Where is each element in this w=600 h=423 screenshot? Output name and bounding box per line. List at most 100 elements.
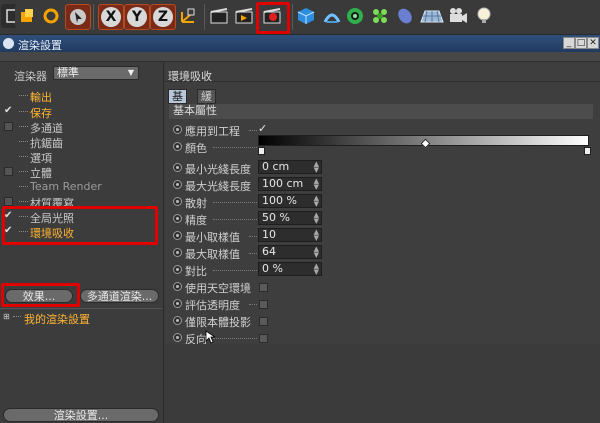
param-contrast[interactable]: 對比 0 % ▲ ▼ bbox=[173, 262, 593, 278]
sidebar-item-team-render[interactable]: Team Render bbox=[0, 179, 162, 194]
field-value: 64 bbox=[262, 245, 276, 258]
my-render-settings-item[interactable]: ⊞ 我的渲染設置 bbox=[0, 308, 162, 326]
close-button[interactable]: ✕ bbox=[587, 37, 599, 49]
param-min-ray-length[interactable]: 最小光綫長度 0 cm ▲ ▼ bbox=[173, 160, 593, 176]
camera-icon[interactable] bbox=[446, 4, 470, 28]
param-use-sky-environment[interactable]: 使用天空環境 bbox=[173, 279, 593, 295]
rotate-icon[interactable] bbox=[39, 4, 63, 28]
tab-cache[interactable]: 緩存 bbox=[197, 89, 216, 116]
x-axis-icon[interactable]: X bbox=[98, 4, 124, 30]
min-samples-input[interactable]: 10 ▲ ▼ bbox=[258, 228, 322, 242]
param-accuracy[interactable]: 精度 50 % ▲ ▼ bbox=[173, 211, 593, 227]
evaluate-transparency-checkbox[interactable] bbox=[259, 300, 268, 309]
empty-area bbox=[165, 344, 600, 423]
window-title-bar[interactable]: 渲染設置 _ □ ✕ bbox=[0, 35, 600, 52]
sidebar-item-multipass[interactable]: 多通道 bbox=[0, 119, 162, 135]
expand-icon[interactable]: ⊞ bbox=[3, 312, 10, 321]
render-view-icon[interactable] bbox=[207, 4, 231, 28]
param-label: 使用天空環境 bbox=[185, 282, 251, 295]
move-icon[interactable] bbox=[15, 4, 39, 28]
animate-radio-icon[interactable] bbox=[173, 214, 182, 223]
renderer-dropdown[interactable]: 標準 ▼ bbox=[53, 66, 139, 80]
param-self-shadowing-only[interactable]: 僅限本體投影 bbox=[173, 313, 593, 329]
field-value: 0 % bbox=[262, 262, 283, 275]
min-ray-length-input[interactable]: 0 cm ▲ ▼ bbox=[258, 160, 322, 174]
checkbox[interactable] bbox=[4, 197, 13, 206]
floor-icon[interactable] bbox=[418, 4, 446, 28]
light-icon[interactable] bbox=[472, 4, 496, 28]
spinner-icon[interactable]: ▲ ▼ bbox=[314, 178, 319, 191]
leader-dots bbox=[213, 270, 257, 271]
animate-radio-icon[interactable] bbox=[173, 265, 182, 274]
tab-basic[interactable]: 基本 bbox=[168, 89, 187, 116]
dispersion-input[interactable]: 100 % ▲ ▼ bbox=[258, 194, 322, 208]
param-min-samples[interactable]: 最小取樣值 10 ▲ ▼ bbox=[173, 228, 593, 244]
param-max-ray-length[interactable]: 最大光綫長度 100 cm ▲ ▼ bbox=[173, 177, 593, 193]
animate-radio-icon[interactable] bbox=[173, 231, 182, 240]
animate-radio-icon[interactable] bbox=[173, 163, 182, 172]
param-evaluate-transparency[interactable]: 評估透明度 bbox=[173, 296, 593, 312]
field-value: 100 cm bbox=[262, 177, 304, 190]
gradient-knob-right[interactable] bbox=[584, 147, 591, 155]
accuracy-input[interactable]: 50 % ▲ ▼ bbox=[258, 211, 322, 225]
animate-radio-icon[interactable] bbox=[173, 197, 182, 206]
bend-icon[interactable] bbox=[320, 4, 344, 28]
contrast-input[interactable]: 0 % ▲ ▼ bbox=[258, 262, 322, 276]
spinner-icon[interactable]: ▲ ▼ bbox=[314, 212, 319, 225]
select-arrow-icon[interactable] bbox=[65, 4, 91, 30]
checkbox[interactable] bbox=[4, 122, 13, 131]
animate-radio-icon[interactable] bbox=[173, 299, 182, 308]
drag-grip[interactable] bbox=[0, 52, 600, 62]
sidebar-item-stereoscopic[interactable]: 立體 bbox=[0, 164, 162, 180]
invert-checkbox[interactable] bbox=[259, 334, 268, 343]
check-icon[interactable]: ✔ bbox=[4, 105, 14, 117]
multipass-render-button[interactable]: 多通道渲染... bbox=[80, 289, 159, 303]
sidebar-item-save[interactable]: ✔ 保存 bbox=[0, 104, 162, 120]
spinner-icon[interactable]: ▲ ▼ bbox=[314, 263, 319, 276]
spinner-icon[interactable]: ▲ ▼ bbox=[314, 229, 319, 242]
animate-radio-icon[interactable] bbox=[173, 316, 182, 325]
animate-radio-icon[interactable] bbox=[173, 142, 182, 151]
render-settings-button[interactable]: 渲染設置... bbox=[3, 408, 159, 422]
environment-icon[interactable] bbox=[393, 4, 417, 28]
param-max-samples[interactable]: 最大取樣值 64 ▲ ▼ bbox=[173, 245, 593, 261]
sidebar-item-output[interactable]: 輸出 bbox=[0, 88, 162, 104]
param-label: 最大光綫長度 bbox=[185, 180, 251, 193]
tree-connector bbox=[19, 111, 28, 112]
animate-radio-icon[interactable] bbox=[173, 125, 182, 134]
sidebar-item-options[interactable]: 選項 bbox=[0, 149, 162, 165]
cloner-icon[interactable] bbox=[368, 4, 392, 28]
gradient-knob-left[interactable] bbox=[258, 147, 265, 155]
maximize-button[interactable]: □ bbox=[575, 37, 587, 49]
apply-checkbox[interactable]: ✓ bbox=[258, 122, 267, 135]
field-value: 50 % bbox=[262, 211, 290, 224]
cube-icon[interactable] bbox=[294, 4, 318, 28]
minimize-button[interactable]: _ bbox=[563, 37, 575, 49]
animate-radio-icon[interactable] bbox=[173, 333, 182, 342]
leader-dots bbox=[249, 236, 257, 237]
animate-radio-icon[interactable] bbox=[173, 248, 182, 257]
hypernurbs-icon[interactable] bbox=[343, 4, 367, 28]
max-ray-length-input[interactable]: 100 cm ▲ ▼ bbox=[258, 177, 322, 191]
effects-highlight bbox=[1, 283, 80, 307]
param-dispersion[interactable]: 散射 100 % ▲ ▼ bbox=[173, 194, 593, 210]
spinner-icon[interactable]: ▲ ▼ bbox=[314, 195, 319, 208]
animate-radio-icon[interactable] bbox=[173, 282, 182, 291]
y-axis-icon[interactable]: Y bbox=[124, 4, 150, 30]
tree-connector bbox=[19, 186, 28, 187]
checkbox[interactable] bbox=[4, 167, 13, 176]
leader-dots bbox=[249, 253, 257, 254]
render-picture-viewer-icon[interactable] bbox=[232, 4, 256, 28]
animate-radio-icon[interactable] bbox=[173, 180, 182, 189]
spinner-icon[interactable]: ▲ ▼ bbox=[314, 246, 319, 259]
coordinate-icon[interactable] bbox=[176, 4, 200, 28]
window-title: 渲染設置 bbox=[18, 39, 62, 52]
sidebar-item-antialiasing[interactable]: 抗鋸齒 bbox=[0, 134, 162, 150]
use-sky-checkbox[interactable] bbox=[259, 283, 268, 292]
z-axis-icon[interactable]: Z bbox=[150, 4, 176, 30]
tree-connector bbox=[19, 201, 28, 202]
tree-connector bbox=[19, 95, 28, 96]
self-shadowing-checkbox[interactable] bbox=[259, 317, 268, 326]
max-samples-input[interactable]: 64 ▲ ▼ bbox=[258, 245, 322, 259]
spinner-icon[interactable]: ▲ ▼ bbox=[314, 161, 319, 174]
